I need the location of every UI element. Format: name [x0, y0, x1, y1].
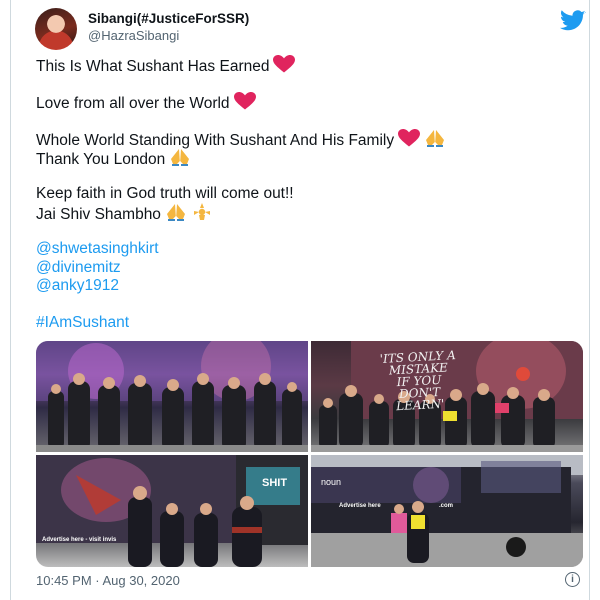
tweet-header: Sibangi(#JusticeForSSR) @HazraSibangi: [35, 8, 586, 50]
truck-ad-banner: Advertise here - visit invis: [42, 537, 117, 543]
tweet-line: Keep faith in God truth will come out!!: [36, 185, 566, 204]
display-name[interactable]: Sibangi(#JusticeForSSR): [88, 11, 249, 26]
tweet-line: Love from all over the World: [36, 92, 566, 112]
tweet-line-text: Thank You London: [36, 150, 166, 168]
tweet-line: Whole World Standing With Sushant And Hi…: [36, 129, 566, 149]
truck-side-text: SHIT: [262, 477, 288, 489]
photo-group-truck-1[interactable]: [36, 341, 308, 452]
tweet-line: This Is What Sushant Has Earned: [36, 55, 566, 75]
author-block[interactable]: Sibangi(#JusticeForSSR) @HazraSibangi: [88, 11, 249, 43]
photo-group-truck-3-art: [36, 455, 308, 567]
tweet-line: Jai Shiv Shambho: [36, 203, 566, 223]
tweet-line-text: Love from all over the World: [36, 95, 230, 112]
om-symbol-icon: [191, 203, 213, 227]
photo-group-truck-2[interactable]: 'ITS ONLY A MISTAKE IF YOU DON'T LEARN': [311, 341, 583, 452]
twitter-bird-icon[interactable]: [560, 10, 586, 32]
red-heart-icon: [233, 92, 256, 116]
tweet-line-text: Jai Shiv Shambho: [36, 206, 161, 223]
tweet-line: Thank You London: [36, 148, 566, 168]
photo-group-truck-1-art: [36, 341, 308, 452]
tweet-text: This Is What Sushant Has Earned Love fro…: [36, 55, 566, 333]
red-heart-icon: [398, 129, 421, 153]
mention-link[interactable]: @divinemitz: [36, 259, 566, 278]
tweet-line-text: This Is What Sushant Has Earned: [36, 58, 270, 75]
truck-ad-domain: .com: [439, 503, 454, 509]
truck-screen-quote: 'ITS ONLY A MISTAKE IF YOU DON'T LEARN': [377, 348, 460, 413]
avatar[interactable]: [35, 8, 77, 50]
mention-link[interactable]: @shwetasinghkirt: [36, 240, 566, 259]
folded-hands-icon: [165, 203, 187, 227]
hashtag-link[interactable]: #IAmSushant: [36, 314, 566, 333]
tweet-line-text: Whole World Standing With Sushant And Hi…: [36, 132, 395, 149]
mention-link[interactable]: @anky1912: [36, 277, 566, 296]
photo-group-truck-4[interactable]: noun Advertise here .com: [311, 455, 583, 567]
tweet-line-text: Keep faith in God truth will come out!!: [36, 184, 294, 202]
folded-hands-icon: [169, 148, 191, 172]
user-handle[interactable]: @HazraSibangi: [88, 28, 249, 43]
tweet-timestamp[interactable]: 10:45 PM · Aug 30, 2020: [36, 573, 180, 588]
red-heart-icon: [273, 55, 296, 79]
photo-group-truck-3[interactable]: Advertise here - visit invis SHIT: [36, 455, 308, 567]
info-icon[interactable]: i: [565, 572, 580, 587]
truck-screen-word: noun: [321, 477, 342, 487]
truck-ad-banner: Advertise here: [339, 503, 381, 509]
media-grid: 'ITS ONLY A MISTAKE IF YOU DON'T LEARN' …: [36, 341, 583, 567]
folded-hands-icon: [424, 129, 446, 153]
photo-group-truck-4-art: [311, 455, 583, 567]
